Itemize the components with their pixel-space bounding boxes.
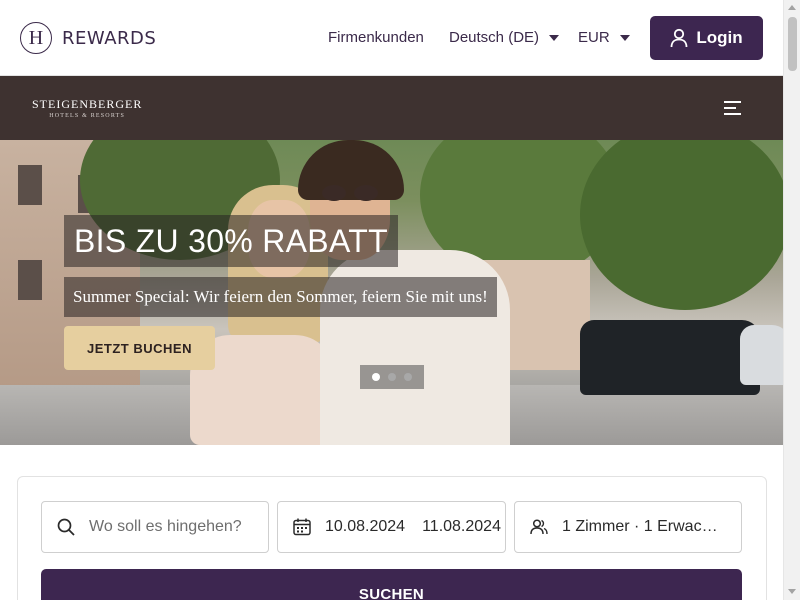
slide-dot-1[interactable] <box>372 373 380 381</box>
brand-name: STEIGENBERGER <box>32 97 143 111</box>
rooms-guests-value: 1 Zimmer · 1 Erwac… <box>562 518 718 535</box>
rooms-guests-field[interactable]: 1 Zimmer · 1 Erwac… <box>514 501 742 553</box>
book-now-button[interactable]: JETZT BUCHEN <box>64 326 215 370</box>
brand-bar: STEIGENBERGER HOTELS & RESORTS <box>0 76 783 140</box>
hero-headline-box: BIS ZU 30% RABATT <box>64 215 398 267</box>
rewards-logo[interactable]: H REWARDS <box>20 22 156 54</box>
hero-subline-box: Summer Special: Wir feiern den Sommer, f… <box>64 277 497 317</box>
slide-dot-3[interactable] <box>404 373 412 381</box>
language-label: Deutsch (DE) <box>449 29 540 46</box>
page-scrollbar[interactable] <box>783 0 800 600</box>
date-range-field[interactable]: 10.08.2024 11.08.2024 <box>277 501 506 553</box>
search-button[interactable]: SUCHEN <box>41 569 742 600</box>
scroll-up-arrow-icon[interactable] <box>788 5 796 10</box>
steigenberger-logo[interactable]: STEIGENBERGER HOTELS & RESORTS <box>32 97 142 119</box>
chevron-down-icon <box>549 34 560 41</box>
checkin-date: 10.08.2024 <box>325 518 406 535</box>
language-selector[interactable]: Deutsch (DE) <box>449 29 560 46</box>
chevron-down-icon <box>619 34 630 41</box>
checkout-date: 11.08.2024 <box>422 518 501 535</box>
hero-banner: BIS ZU 30% RABATT Summer Special: Wir fe… <box>0 140 783 445</box>
search-icon <box>57 518 75 536</box>
corporate-link[interactable]: Firmenkunden <box>328 29 424 46</box>
login-label: Login <box>696 28 743 47</box>
slide-dot-2[interactable] <box>388 373 396 381</box>
calendar-icon <box>293 518 311 536</box>
h-logo-icon: H <box>20 22 52 54</box>
scroll-down-arrow-icon[interactable] <box>788 589 796 594</box>
slider-dots <box>360 365 424 389</box>
hero-subline: Summer Special: Wir feiern den Sommer, f… <box>73 287 488 306</box>
user-icon <box>670 28 688 48</box>
brand-tagline: HOTELS & RESORTS <box>49 113 126 119</box>
rewards-logo-text: REWARDS <box>62 27 157 49</box>
destination-input[interactable]: Wo soll es hingehen? <box>41 501 269 553</box>
scrollbar-thumb[interactable] <box>788 17 797 71</box>
guests-icon <box>530 518 548 536</box>
destination-placeholder: Wo soll es hingehen? <box>89 518 242 535</box>
hamburger-menu-icon[interactable] <box>724 101 741 119</box>
rewards-header: H REWARDS Firmenkunden Deutsch (DE) EUR … <box>0 0 783 76</box>
currency-selector[interactable]: EUR <box>578 29 630 46</box>
login-button[interactable]: Login <box>650 16 763 60</box>
hero-headline: BIS ZU 30% RABATT <box>74 222 388 259</box>
currency-label: EUR <box>578 29 610 46</box>
